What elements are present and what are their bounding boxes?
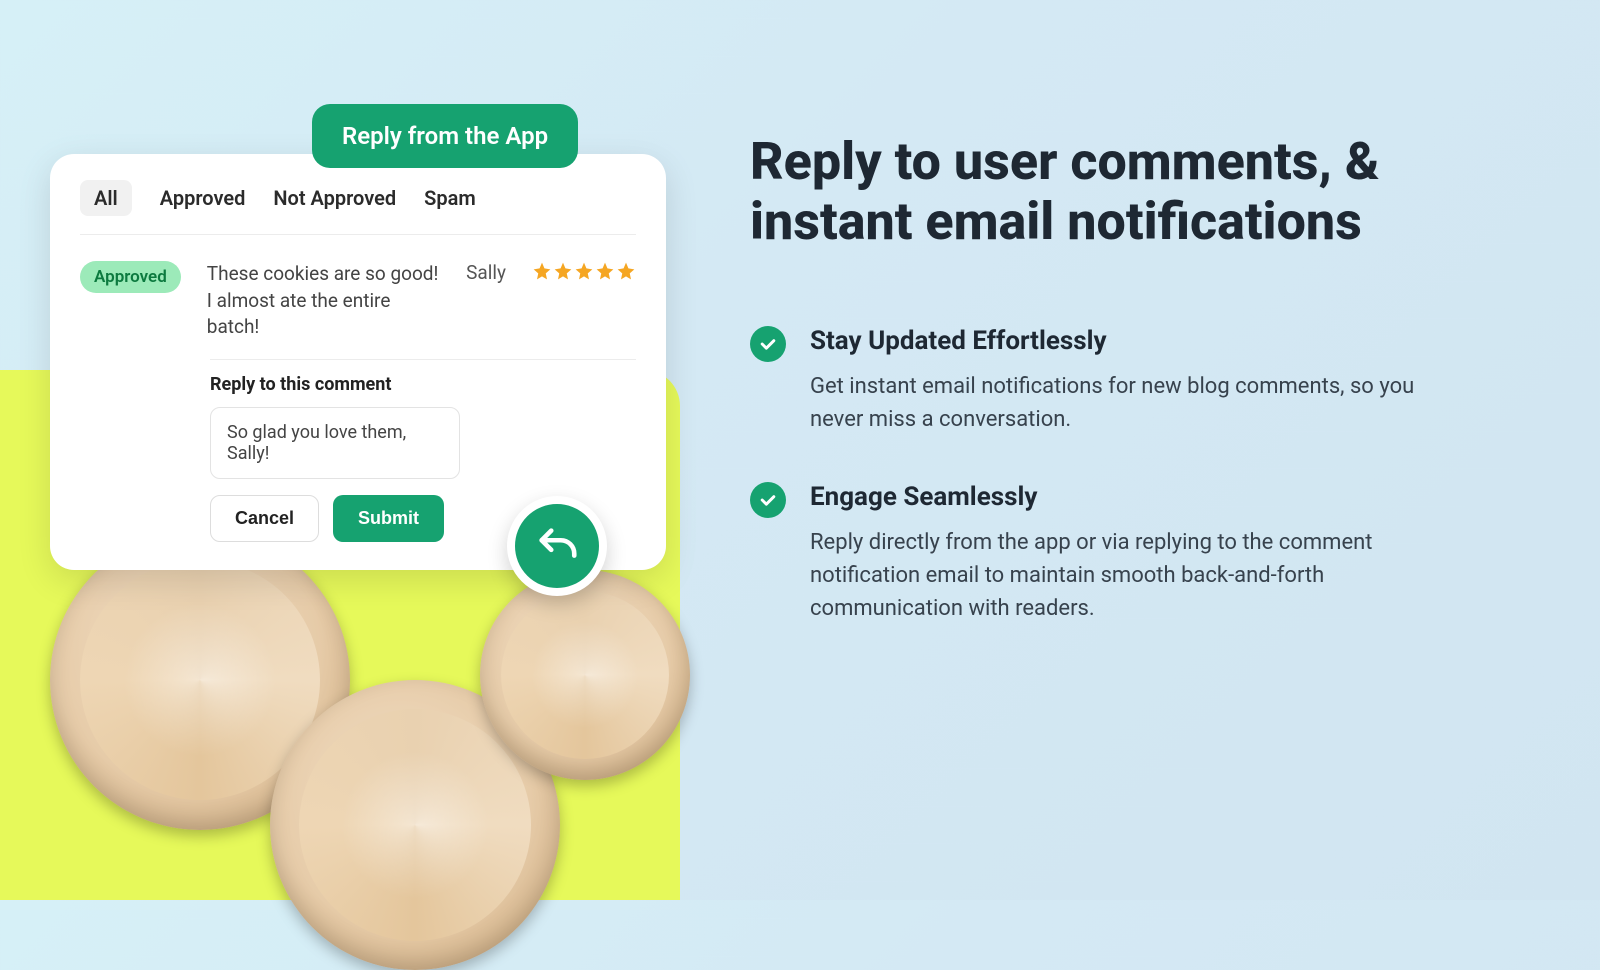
star-icon [595, 261, 615, 281]
check-icon [750, 326, 786, 362]
reply-arrow-icon [534, 523, 580, 569]
feature-item: Engage Seamlessly Reply directly from th… [750, 482, 1510, 625]
star-icon [574, 261, 594, 281]
tab-spam[interactable]: Spam [424, 186, 476, 210]
reply-title: Reply to this comment [210, 374, 636, 395]
headline: Reply to user comments, & instant email … [750, 132, 1510, 252]
reply-from-app-badge: Reply from the App [312, 104, 578, 168]
tab-not-approved[interactable]: Not Approved [273, 186, 396, 210]
comment-author: Sally [466, 261, 506, 284]
reply-input[interactable]: So glad you love them, Sally! [210, 407, 460, 479]
submit-button[interactable]: Submit [333, 495, 444, 542]
feature-title: Stay Updated Effortlessly [810, 326, 1450, 356]
rating-stars [532, 261, 636, 281]
cancel-button[interactable]: Cancel [210, 495, 319, 542]
star-icon [532, 261, 552, 281]
marketing-copy: Reply to user comments, & instant email … [750, 132, 1510, 671]
tab-all[interactable]: All [80, 180, 132, 216]
comment-text: These cookies are so good! I almost ate … [207, 261, 440, 341]
check-icon [750, 482, 786, 518]
reply-fab[interactable] [507, 496, 607, 596]
feature-item: Stay Updated Effortlessly Get instant em… [750, 326, 1510, 436]
feature-title: Engage Seamlessly [810, 482, 1450, 512]
star-icon [616, 261, 636, 281]
star-icon [553, 261, 573, 281]
feature-desc: Reply directly from the app or via reply… [810, 526, 1450, 625]
filter-tabs: All Approved Not Approved Spam [80, 180, 636, 235]
comment-row: Approved These cookies are so good! I al… [80, 235, 636, 341]
feature-desc: Get instant email notifications for new … [810, 370, 1450, 436]
status-badge: Approved [80, 261, 181, 293]
tab-approved[interactable]: Approved [160, 186, 246, 210]
